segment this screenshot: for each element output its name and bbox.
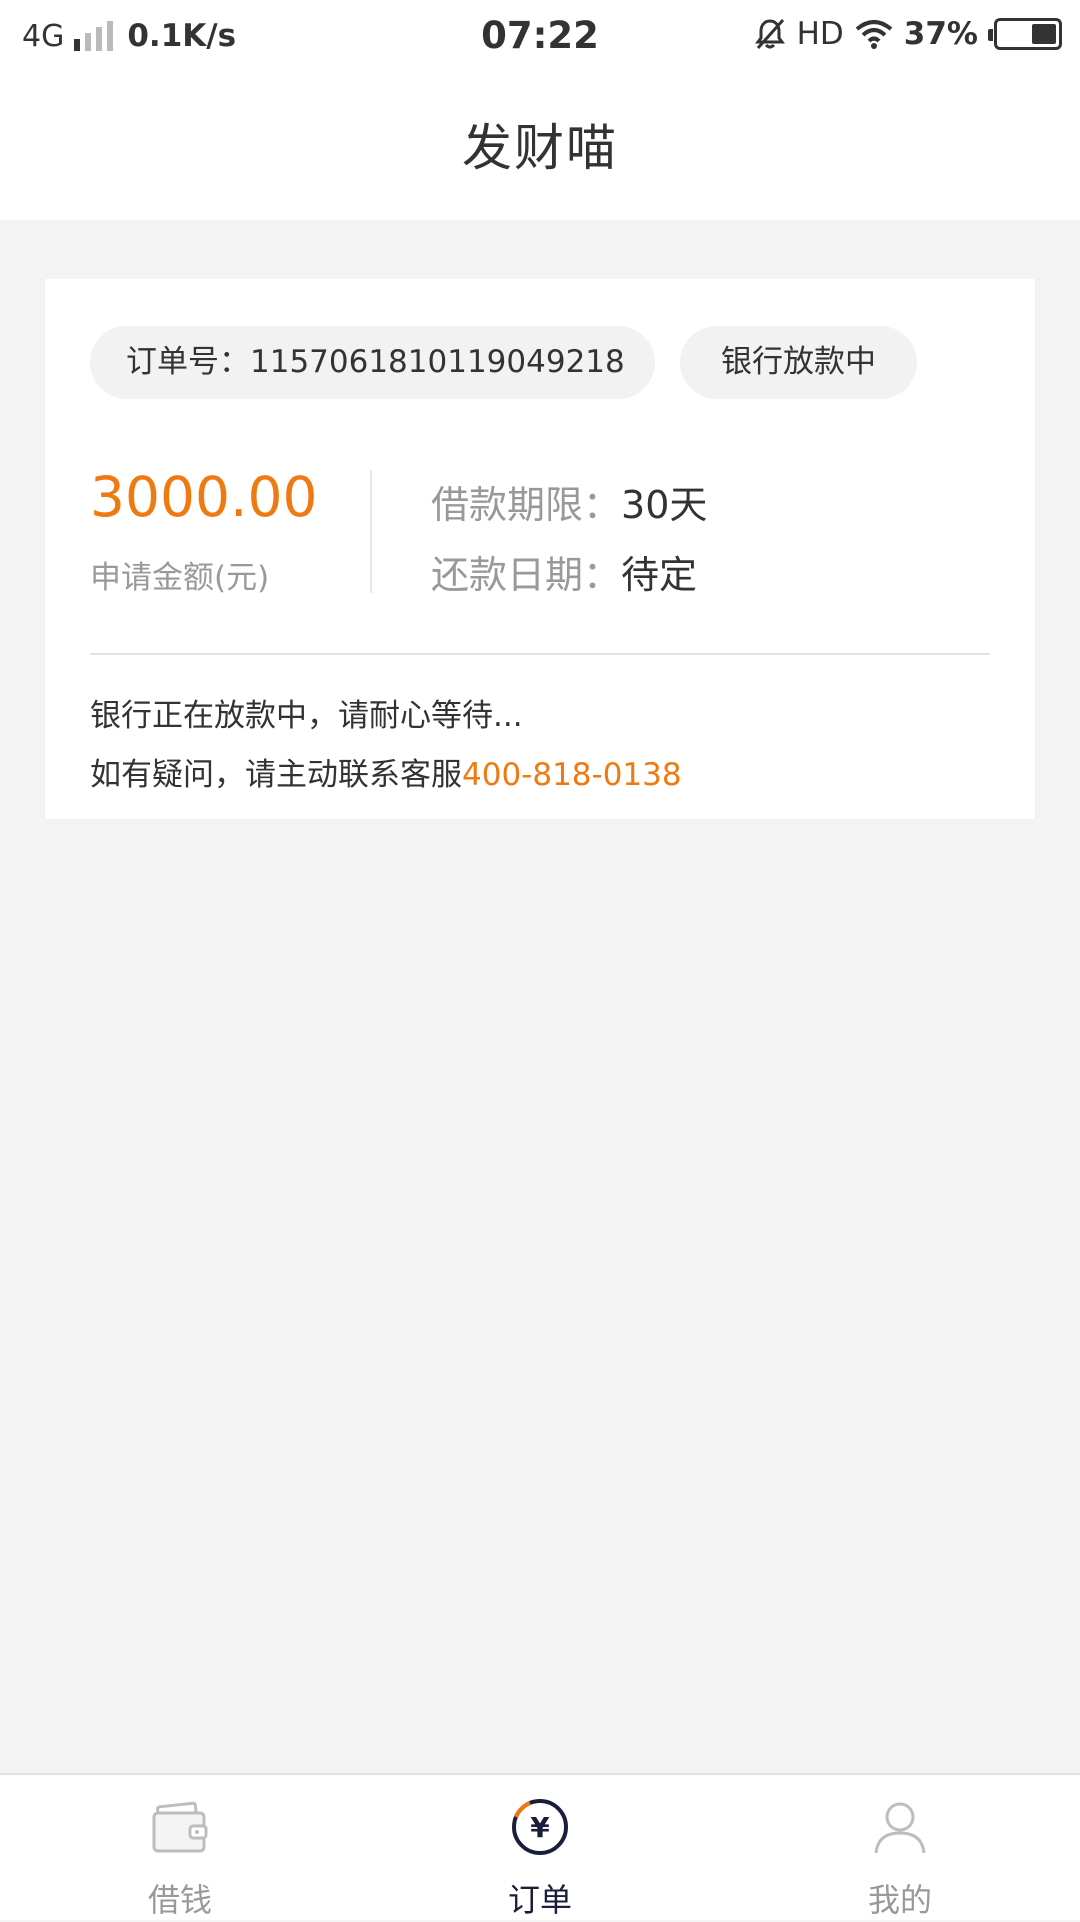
tab-order-label: 订单 — [507, 1881, 572, 1919]
status-badge: 银行放款中 — [680, 326, 917, 399]
battery-percent: 37% — [903, 16, 978, 52]
vertical-divider — [370, 470, 372, 593]
horizontal-divider — [90, 653, 990, 655]
user-icon — [874, 1802, 926, 1854]
contact-message-text: 如有疑问，请主动联系客服 — [90, 757, 462, 793]
order-card[interactable]: 订单号：1157061810119049218 银行放款中 3000.00 申请… — [45, 279, 1035, 819]
page-title: 发财喵 — [462, 119, 618, 177]
loan-term-value: 30天 — [621, 483, 708, 527]
status-right: HD 37% — [753, 16, 1062, 52]
status-message: 银行正在放款中，请耐心等待... — [90, 698, 523, 734]
loan-term-label: 借款期限： — [431, 483, 622, 527]
tab-mine[interactable]: 我的 — [720, 1775, 1080, 1922]
service-phone-link[interactable]: 400-818-0138 — [462, 757, 682, 793]
repay-date-label: 还款日期： — [431, 553, 622, 597]
loan-amount: 3000.00 — [90, 465, 318, 529]
battery-icon — [988, 18, 1062, 50]
hd-indicator: HD — [796, 16, 844, 52]
tab-mine-label: 我的 — [867, 1881, 932, 1919]
tab-borrow[interactable]: 借钱 — [0, 1775, 360, 1922]
tab-order[interactable]: ¥ 订单 — [360, 1775, 720, 1922]
status-bar: 4G 0.1K/s 07:22 HD 37% — [0, 0, 1080, 76]
loan-amount-label: 申请金额(元) — [90, 560, 270, 596]
tab-borrow-label: 借钱 — [147, 1881, 212, 1919]
repay-date-value: 待定 — [621, 553, 698, 597]
wallet-icon — [152, 1801, 208, 1853]
repay-date-row: 还款日期：待定 — [431, 544, 697, 599]
loan-term-row: 借款期限：30天 — [431, 474, 707, 529]
svg-text:¥: ¥ — [530, 1811, 550, 1844]
wifi-icon — [855, 20, 893, 49]
bottom-tab-bar: 借钱 ¥ 订单 我的 — [0, 1773, 1080, 1920]
order-number: 1157061810119049218 — [250, 344, 625, 380]
order-number-pill: 订单号：1157061810119049218 — [90, 326, 655, 399]
mute-bell-icon — [754, 19, 785, 49]
contact-message: 如有疑问，请主动联系客服400-818-0138 — [90, 749, 682, 794]
order-number-label: 订单号： — [126, 344, 250, 380]
yen-icon: ¥ — [512, 1799, 568, 1855]
app-header: 发财喵 — [0, 76, 1080, 220]
